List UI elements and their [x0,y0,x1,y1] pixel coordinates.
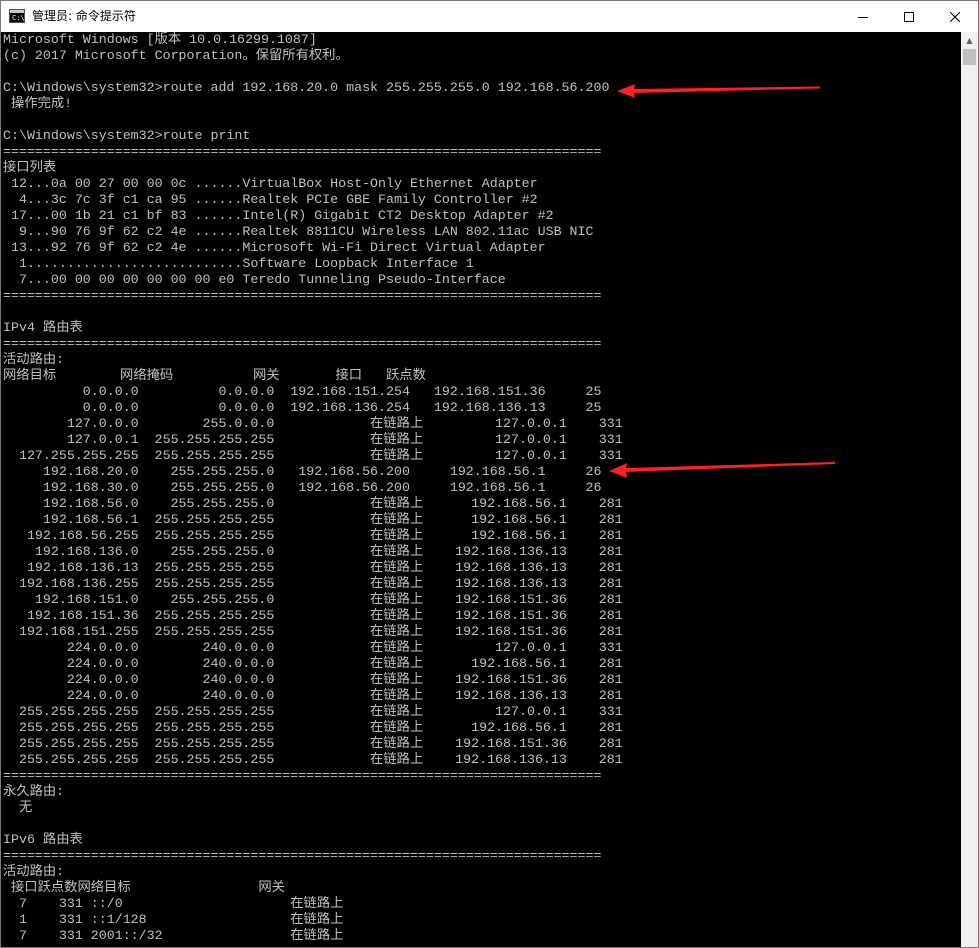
console-line: 1 331 ::1/128 在链路上 [3,912,344,927]
console-line: 224.0.0.0 240.0.0.0 在链路上 127.0.0.1 331 [3,640,623,655]
console-line: 活动路由: [3,864,65,879]
console-line: 192.168.151.0 255.255.255.0 在链路上 192.168… [3,592,623,607]
console-line: 224.0.0.0 240.0.0.0 在链路上 192.168.136.13 … [3,688,623,703]
console-line: 127.0.0.1 255.255.255.255 在链路上 127.0.0.1… [3,432,623,447]
console-line: 0.0.0.0 0.0.0.0 192.168.151.254 192.168.… [3,384,602,399]
console-line: 192.168.136.0 255.255.255.0 在链路上 192.168… [3,544,623,559]
console-line: ========================================… [3,848,602,863]
console-line: 192.168.56.0 255.255.255.0 在链路上 192.168.… [3,496,623,511]
console-line: 0.0.0.0 0.0.0.0 192.168.136.254 192.168.… [3,400,602,415]
console-line: Microsoft Windows [版本 10.0.16299.1087] [3,32,317,47]
console-line: ========================================… [3,336,602,351]
console-line: C:\Windows\system32>route print [3,128,251,143]
console-line: 255.255.255.255 255.255.255.255 在链路上 192… [3,752,623,767]
console-line: 操作完成! [3,96,73,111]
console-line: (c) 2017 Microsoft Corporation。保留所有权利。 [3,48,349,63]
title-bar[interactable]: C:\ 管理员: 命令提示符 [1,1,978,32]
console-line: 7 331 2001::/32 在链路上 [3,928,344,943]
console-line: 192.168.151.255 255.255.255.255 在链路上 192… [3,624,623,639]
scrollbar-thumb[interactable] [963,49,976,65]
console-line: 13...92 76 9f 62 c2 4e ......Microsoft W… [3,240,546,255]
console-line: 255.255.255.255 255.255.255.255 在链路上 192… [3,720,623,735]
minimize-button[interactable] [840,1,886,32]
console-line: 255.255.255.255 255.255.255.255 在链路上 127… [3,704,623,719]
console-line: 网络目标 网络掩码 网关 接口 跃点数 [3,368,426,383]
console-line: 192.168.136.13 255.255.255.255 在链路上 192.… [3,560,623,575]
console-line: 接口跃点数网络目标 网关 [3,880,285,895]
arrow-shape [617,84,820,98]
console-line: 7...00 00 00 00 00 00 00 e0 Teredo Tunne… [3,272,506,287]
console-line: 4...3c 7c 3f c1 ca 95 ......Realtek PCIe… [3,192,538,207]
command-prompt-window: C:\ 管理员: 命令提示符 Microsoft Windows [版本 10.… [0,0,979,948]
console-line: 255.255.255.255 255.255.255.255 在链路上 192… [3,736,623,751]
arrow-shape [609,462,835,478]
console-line: 9...90 76 9f 62 c2 4e ......Realtek 8811… [3,224,594,239]
console-line: 17...00 1b 21 c1 bf 83 ......Intel(R) Gi… [3,208,554,223]
maximize-icon [904,11,914,22]
cmd-app-icon[interactable]: C:\ [9,9,25,23]
close-icon [950,11,960,22]
console-line: 7 331 ::/0 在链路上 [3,896,344,911]
console-line: 192.168.30.0 255.255.255.0 192.168.56.20… [3,480,602,495]
console-line: 192.168.56.255 255.255.255.255 在链路上 192.… [3,528,623,543]
minimize-icon [858,16,868,18]
annotation-arrow-route-192-168-20-0 [609,462,835,478]
console-line: 1...........................Software Loo… [3,256,474,271]
console-line: 224.0.0.0 240.0.0.0 在链路上 192.168.151.36 … [3,672,623,687]
window-title: 管理员: 命令提示符 [32,9,136,23]
cmd-app-icon-glyph: C:\ [12,14,25,22]
console-line: 12...0a 00 27 00 00 0c ......VirtualBox … [3,176,538,191]
console-line: 127.255.255.255 255.255.255.255 在链路上 127… [3,448,623,463]
console-line: ========================================… [3,768,602,783]
console-line: 192.168.56.1 255.255.255.255 在链路上 192.16… [3,512,623,527]
console-line: IPv4 路由表 [3,320,83,335]
console-output[interactable]: Microsoft Windows [版本 10.0.16299.1087] (c… [1,32,961,947]
console-line: 192.168.20.0 255.255.255.0 192.168.56.20… [3,464,602,479]
console-line: 永久路由: [3,784,65,799]
scroll-up-icon[interactable]: ▲ [961,32,978,49]
close-button[interactable] [932,1,978,32]
console-line: C:\Windows\system32>route add 192.168.20… [3,80,610,95]
maximize-button[interactable] [886,1,932,32]
console-line: 接口列表 [3,160,57,175]
vertical-scrollbar[interactable]: ▲ [961,32,978,947]
console-line: IPv6 路由表 [3,832,83,847]
console-line: 127.0.0.0 255.0.0.0 在链路上 127.0.0.1 331 [3,416,623,431]
console-line: ========================================… [3,288,602,303]
console-line: 224.0.0.0 240.0.0.0 在链路上 192.168.56.1 28… [3,656,623,671]
console-line: ========================================… [3,144,602,159]
console-line: 192.168.136.255 255.255.255.255 在链路上 192… [3,576,623,591]
console-line: 192.168.151.36 255.255.255.255 在链路上 192.… [3,608,623,623]
annotation-arrow-route-add [617,84,820,98]
console-line: 无 [3,800,33,815]
console-line: 活动路由: [3,352,65,367]
